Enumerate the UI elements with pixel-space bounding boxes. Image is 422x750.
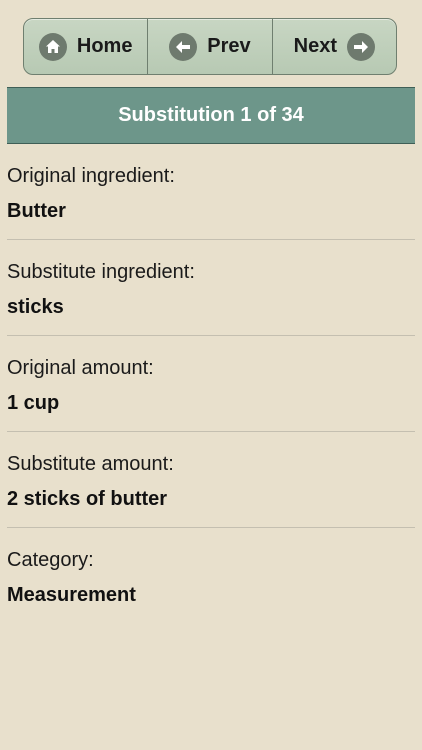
field-original-ingredient: Original ingredient: Butter bbox=[7, 144, 415, 240]
nav-segmented-control: Home Prev Next bbox=[23, 18, 397, 75]
page-title: Substitution 1 of 34 bbox=[118, 104, 304, 126]
field-label: Original ingredient: bbox=[7, 165, 175, 187]
field-value: Butter bbox=[7, 200, 66, 222]
home-button[interactable]: Home bbox=[24, 19, 147, 74]
field-value: 2 sticks of butter bbox=[7, 488, 168, 510]
field-value: sticks bbox=[7, 296, 64, 318]
field-substitute-amount: Substitute amount: 2 sticks of butter bbox=[7, 432, 415, 528]
prev-button-label: Prev bbox=[207, 35, 251, 57]
field-substitute-ingredient: Substitute ingredient: sticks bbox=[7, 240, 415, 336]
arrow-left-icon bbox=[169, 32, 198, 61]
next-button[interactable]: Next bbox=[271, 19, 396, 74]
page-title-bar: Substitution 1 of 34 bbox=[7, 87, 415, 144]
next-button-label: Next bbox=[293, 35, 337, 57]
home-button-label: Home bbox=[76, 35, 133, 57]
field-original-amount: Original amount: 1 cup bbox=[7, 336, 415, 432]
field-category: Category: Measurement bbox=[7, 528, 415, 624]
field-label: Substitute amount: bbox=[7, 453, 174, 475]
field-label: Substitute ingredient: bbox=[7, 261, 195, 283]
arrow-right-icon bbox=[347, 32, 375, 61]
field-label: Original amount: bbox=[7, 357, 154, 379]
substitution-details: Original ingredient: Butter Substitute i… bbox=[7, 144, 415, 624]
field-value: Measurement bbox=[7, 584, 136, 606]
field-value: 1 cup bbox=[7, 392, 60, 414]
prev-button[interactable]: Prev bbox=[147, 19, 271, 74]
home-icon bbox=[38, 32, 67, 61]
field-label: Category: bbox=[7, 549, 94, 571]
